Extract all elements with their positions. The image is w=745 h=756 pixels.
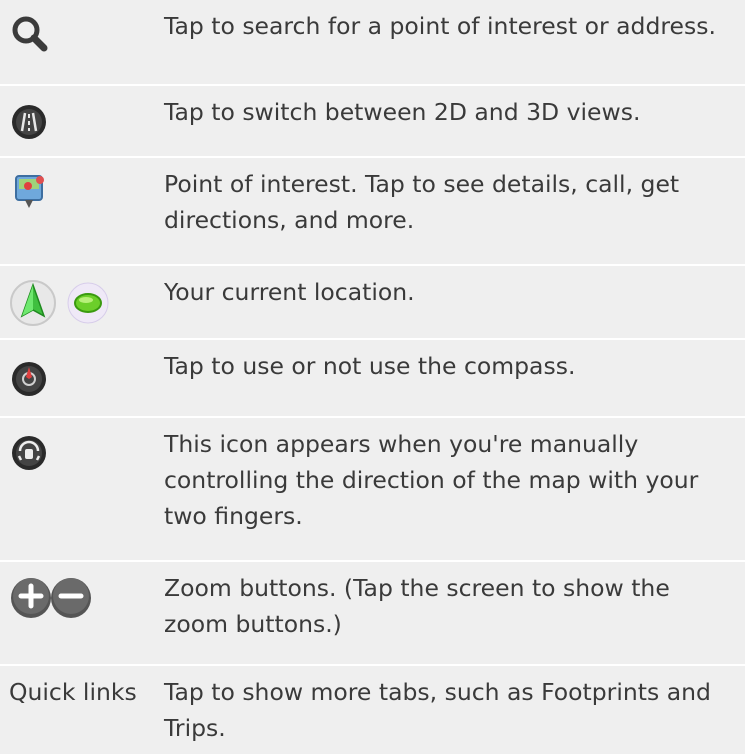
legend-description: Tap to search for a point of interest or… (164, 12, 716, 40)
legend-row-current-location: Your current location. (0, 266, 745, 340)
manual-rotation-icon (12, 436, 46, 470)
map-icon-legend: Tap to search for a point of interest or… (0, 0, 745, 756)
legend-description: Tap to show more tabs, such as Footprint… (164, 678, 711, 742)
search-icon (12, 16, 48, 52)
legend-row-compass: Tap to use or not use the compass. (0, 340, 745, 418)
legend-description: Tap to use or not use the compass. (164, 352, 576, 380)
point-of-interest-icon (15, 175, 44, 208)
legend-row-search: Tap to search for a point of interest or… (0, 0, 745, 86)
legend-row-poi: Point of interest. Tap to see details, c… (0, 158, 745, 266)
current-location-icon (10, 280, 109, 326)
zoom-buttons-icon (11, 578, 91, 618)
legend-description: Tap to switch between 2D and 3D views. (164, 98, 641, 126)
2d-3d-view-icon (12, 105, 46, 139)
compass-icon (12, 362, 46, 396)
legend-description: This icon appears when you're manually c… (164, 430, 699, 530)
legend-row-2d-3d: Tap to switch between 2D and 3D views. (0, 86, 745, 158)
legend-description: Zoom buttons. (Tap the screen to show th… (164, 574, 670, 638)
legend-description: Point of interest. Tap to see details, c… (164, 170, 680, 234)
legend-row-quick-links: Quick links Tap to show more tabs, such … (0, 666, 745, 756)
legend-description: Your current location. (164, 278, 415, 306)
legend-row-zoom: Zoom buttons. (Tap the screen to show th… (0, 562, 745, 666)
quick-links-label: Quick links (9, 678, 137, 706)
legend-row-manual-rotation: This icon appears when you're manually c… (0, 418, 745, 562)
